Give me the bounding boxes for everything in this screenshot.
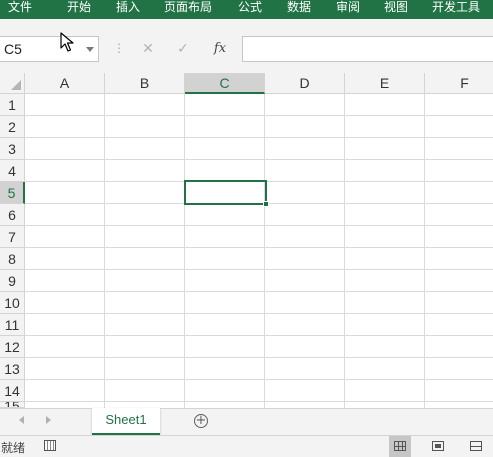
enter-check-icon[interactable]: ✓: [171, 38, 195, 60]
gridline: [25, 313, 493, 314]
name-box-value: C5: [4, 41, 22, 57]
tab-home[interactable]: 开始: [67, 0, 91, 19]
page-layout-view-button[interactable]: [427, 436, 449, 457]
gridline: [264, 94, 265, 408]
row-header-13[interactable]: 13: [0, 358, 25, 380]
row-header-5[interactable]: 5: [0, 182, 25, 204]
gridline: [344, 94, 345, 408]
fill-handle[interactable]: [263, 201, 269, 207]
gridline: [25, 401, 493, 402]
gridline: [25, 247, 493, 248]
sheet-tab-bar: Sheet1 +: [0, 408, 493, 435]
select-all-triangle-icon: [11, 80, 21, 90]
tab-data[interactable]: 数据: [287, 0, 311, 19]
page-layout-icon: [432, 441, 444, 451]
gridline: [25, 225, 493, 226]
mouse-pointer-icon: [60, 32, 74, 52]
status-bar: 就绪: [0, 435, 493, 457]
tab-page-layout[interactable]: 页面布局: [164, 0, 212, 19]
ribbon-tab-bar: 文件 开始 插入 页面布局 公式 数据 审阅 视图 开发工具: [0, 0, 493, 19]
active-cell-c5[interactable]: [184, 180, 267, 205]
row-header-14[interactable]: 14: [0, 380, 25, 402]
row-header-11[interactable]: 11: [0, 314, 25, 336]
row-header-6[interactable]: 6: [0, 204, 25, 226]
sheet-tab-sheet1[interactable]: Sheet1: [92, 408, 160, 435]
gridline: [25, 137, 493, 138]
gridline: [424, 94, 425, 408]
column-header-b[interactable]: B: [105, 73, 185, 94]
row-header-4[interactable]: 4: [0, 160, 25, 182]
tab-formulas[interactable]: 公式: [238, 0, 262, 19]
gridline: [25, 335, 493, 336]
formula-input[interactable]: [242, 36, 493, 62]
tab-view[interactable]: 视图: [384, 0, 408, 19]
gridline: [184, 94, 185, 408]
drag-handle-icon[interactable]: ⋮: [113, 42, 125, 54]
row-header-7[interactable]: 7: [0, 226, 25, 248]
select-all-corner[interactable]: [0, 73, 25, 94]
macro-record-icon[interactable]: [44, 440, 56, 451]
tab-insert[interactable]: 插入: [116, 0, 140, 19]
column-header-c[interactable]: C: [185, 73, 265, 94]
row-header-10[interactable]: 10: [0, 292, 25, 314]
row-header-12[interactable]: 12: [0, 336, 25, 358]
page-break-view-button[interactable]: [465, 436, 487, 457]
column-header-f[interactable]: F: [425, 73, 493, 94]
chevron-down-icon[interactable]: [86, 47, 94, 52]
page-break-icon: [470, 441, 482, 451]
row-header-9[interactable]: 9: [0, 270, 25, 292]
column-header-e[interactable]: E: [345, 73, 425, 94]
sheet-scroll-right-icon[interactable]: [46, 416, 51, 424]
row-header-3[interactable]: 3: [0, 138, 25, 160]
gridline: [25, 379, 493, 380]
tab-review[interactable]: 审阅: [336, 0, 360, 19]
add-sheet-icon[interactable]: +: [194, 414, 208, 428]
normal-view-button[interactable]: [389, 436, 411, 457]
tab-developer[interactable]: 开发工具: [432, 0, 480, 19]
cancel-icon[interactable]: ✕: [136, 38, 160, 60]
insert-function-icon[interactable]: fx: [207, 38, 233, 60]
gridline: [25, 291, 493, 292]
gridline: [25, 269, 493, 270]
status-text: 就绪: [1, 441, 26, 455]
cell-grid[interactable]: [25, 94, 493, 408]
gridline: [104, 94, 105, 408]
gridline: [25, 159, 493, 160]
row-header-2[interactable]: 2: [0, 116, 25, 138]
name-box[interactable]: C5: [0, 36, 99, 62]
gridline: [25, 115, 493, 116]
column-header-a[interactable]: A: [25, 73, 105, 94]
grid-view-icon: [394, 441, 406, 451]
column-header-d[interactable]: D: [265, 73, 345, 94]
row-header-8[interactable]: 8: [0, 248, 25, 270]
row-header-1[interactable]: 1: [0, 94, 25, 116]
sheet-scroll-left-icon[interactable]: [19, 416, 24, 424]
tab-file[interactable]: 文件: [8, 0, 32, 19]
gridline: [25, 357, 493, 358]
